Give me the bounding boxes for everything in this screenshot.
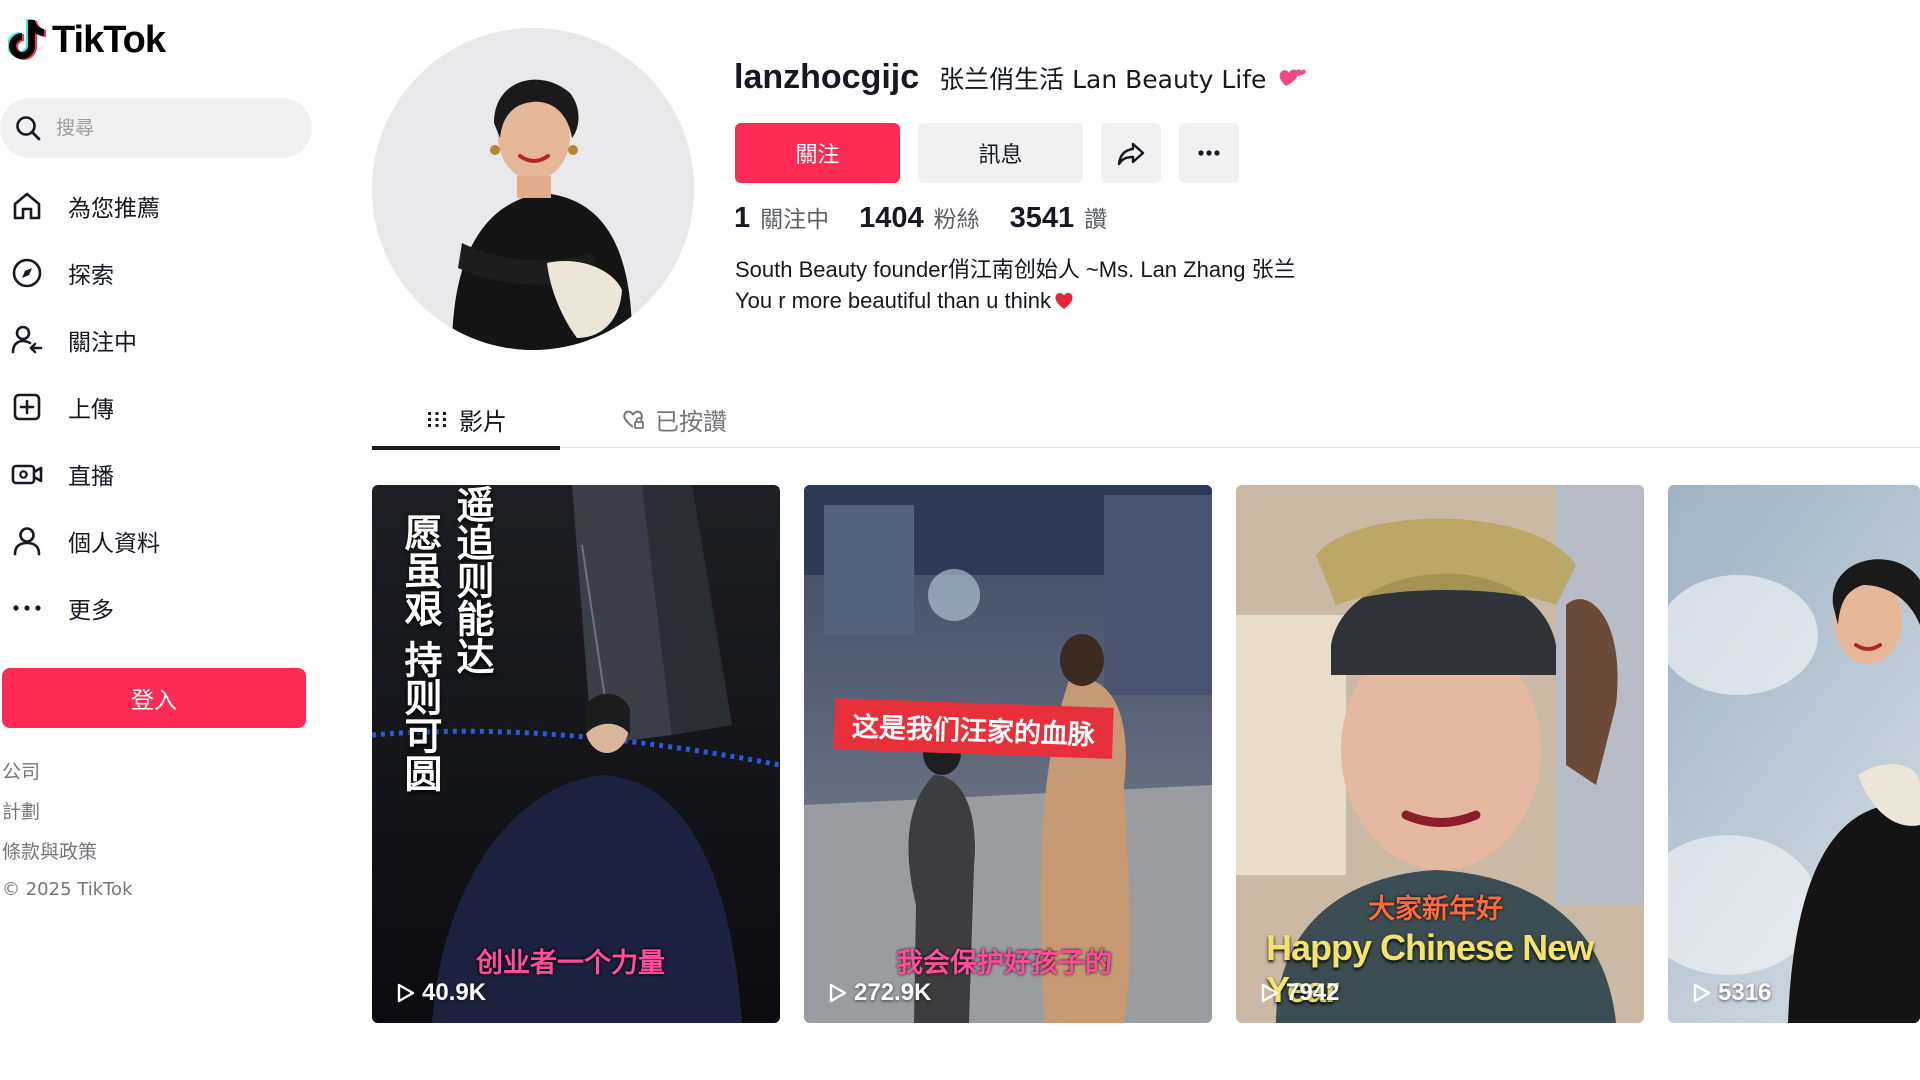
video-card[interactable]: 这是我们汪家的血脉 我会保护好孩子的 272.9K <box>804 485 1212 1023</box>
more-icon <box>8 589 46 627</box>
sidebar: TikTok 為您推薦 探索 關注中 上傳 直播 個人資料 <box>0 0 340 1080</box>
sidebar-item-label: 上傳 <box>68 396 114 423</box>
video-caption-vertical: 遥追则能达 <box>450 485 494 675</box>
red-heart-icon <box>1055 292 1073 309</box>
sidebar-item-live[interactable]: 直播 <box>0 440 320 507</box>
ellipsis-icon <box>1198 150 1220 156</box>
tab-label: 已按讚 <box>655 407 727 436</box>
video-thumbnail <box>1668 485 1920 1023</box>
tab-liked[interactable]: 已按讚 <box>604 390 744 448</box>
video-caption-bottom: 创业者一个力量 <box>476 948 665 979</box>
profile-stats: 1 關注中 1404 粉絲 3541 讚 <box>734 200 1137 235</box>
brand-name: TikTok <box>52 18 166 61</box>
sidebar-item-label: 更多 <box>68 597 114 624</box>
video-grid: 愿虽艰 持则可圆 遥追则能达 创业者一个力量 40.9K 这是我们汪家的血脉 我… <box>372 485 1920 1023</box>
sidebar-item-upload[interactable]: 上傳 <box>0 373 320 440</box>
footer: 公司 計劃 條款與政策 © 2025 TikTok <box>2 752 133 908</box>
sidebar-nav: 為您推薦 探索 關注中 上傳 直播 個人資料 更多 <box>0 172 320 641</box>
stat-label: 讚 <box>1084 207 1108 233</box>
view-count: 5316 <box>1690 979 1771 1007</box>
live-icon <box>8 455 46 493</box>
compass-icon <box>8 254 46 292</box>
following-icon <box>8 321 46 359</box>
sidebar-item-explore[interactable]: 探索 <box>0 239 320 306</box>
view-count-value: 272.9K <box>854 979 932 1006</box>
sidebar-item-more[interactable]: 更多 <box>0 574 320 641</box>
play-icon <box>1693 983 1711 1003</box>
view-count-value: 5316 <box>1718 979 1772 1006</box>
stat-label: 粉絲 <box>933 207 980 233</box>
play-icon <box>1261 983 1279 1003</box>
profile-nickname: 张兰俏生活 Lan Beauty Life <box>939 64 1267 94</box>
video-caption-top: 大家新年好 <box>1368 894 1503 925</box>
bio-line: You r more beautiful than u think <box>735 288 1051 313</box>
bio-line: South Beauty founder俏江南创始人 ~Ms. Lan Zhan… <box>735 257 1296 282</box>
footer-link-program[interactable]: 計劃 <box>2 792 133 832</box>
sidebar-item-label: 探索 <box>68 262 114 289</box>
bio-line-2: You r more beautiful than u think <box>735 285 1296 316</box>
profile-icon <box>8 522 46 560</box>
view-count-value: 40.9K <box>422 979 487 1006</box>
view-count: 40.9K <box>394 979 486 1007</box>
video-caption-banner: 这是我们汪家的血脉 <box>833 698 1114 759</box>
profile-bio: South Beauty founder俏江南创始人 ~Ms. Lan Zhan… <box>735 254 1296 316</box>
upload-icon <box>8 388 46 426</box>
stat-value: 1 <box>734 202 751 234</box>
two-hearts-icon <box>1280 68 1307 86</box>
video-card[interactable]: 愿虽艰 持则可圆 遥追则能达 创业者一个力量 40.9K <box>372 485 780 1023</box>
home-icon <box>8 187 46 225</box>
search-icon <box>16 116 41 141</box>
more-options-button[interactable] <box>1179 123 1239 183</box>
stat-value: 3541 <box>1009 202 1075 234</box>
login-button[interactable]: 登入 <box>2 668 306 728</box>
sidebar-item-label: 為您推薦 <box>68 195 160 222</box>
message-button[interactable]: 訊息 <box>918 123 1083 183</box>
video-card[interactable]: 5316 <box>1668 485 1920 1023</box>
tiktok-logo-icon <box>8 19 46 60</box>
search-bar[interactable] <box>0 98 312 158</box>
view-count: 7942 <box>1258 979 1339 1007</box>
sidebar-item-label: 個人資料 <box>68 530 160 557</box>
video-card[interactable]: 大家新年好 Happy Chinese New Year 7942 <box>1236 485 1644 1023</box>
tiktok-logo[interactable]: TikTok <box>8 18 166 62</box>
sidebar-item-profile[interactable]: 個人資料 <box>0 507 320 574</box>
stat-label: 關注中 <box>760 207 830 233</box>
profile-tabs: 影片 已按讚 <box>372 390 1920 450</box>
avatar-image <box>372 28 694 350</box>
sidebar-item-for-you[interactable]: 為您推薦 <box>0 172 320 239</box>
liked-heart-lock-icon <box>623 410 644 429</box>
stat-value: 1404 <box>859 202 924 234</box>
play-icon <box>397 983 415 1003</box>
profile-handle: lanzhocgijc <box>734 58 920 96</box>
tab-label: 影片 <box>459 407 507 436</box>
profile-avatar[interactable] <box>372 28 694 350</box>
sidebar-item-label: 直播 <box>68 463 114 490</box>
search-input[interactable] <box>56 117 296 139</box>
follow-button[interactable]: 關注 <box>735 123 900 183</box>
footer-link-terms[interactable]: 條款與政策 <box>2 832 133 872</box>
footer-link-company[interactable]: 公司 <box>2 752 133 792</box>
grid-icon <box>428 412 446 427</box>
stat-followers[interactable]: 1404 粉絲 <box>859 200 980 235</box>
profile-title-row: lanzhocgijc 张兰俏生活 Lan Beauty Life <box>734 58 1308 97</box>
copyright: © 2025 TikTok <box>2 879 133 900</box>
view-count: 272.9K <box>826 979 931 1007</box>
view-count-value: 7942 <box>1286 979 1340 1006</box>
video-caption-bottom: 我会保护好孩子的 <box>896 948 1112 979</box>
share-icon <box>1117 142 1145 166</box>
share-button[interactable] <box>1101 123 1161 183</box>
sidebar-item-label: 關注中 <box>68 329 137 356</box>
sidebar-item-following[interactable]: 關注中 <box>0 306 320 373</box>
tab-videos[interactable]: 影片 <box>372 390 560 450</box>
profile-actions: 關注 訊息 <box>735 123 1239 183</box>
stat-following[interactable]: 1 關注中 <box>734 200 829 235</box>
play-icon <box>829 983 847 1003</box>
stat-likes: 3541 讚 <box>1010 200 1108 235</box>
video-caption-vertical: 愿虽艰 持则可圆 <box>398 513 442 793</box>
